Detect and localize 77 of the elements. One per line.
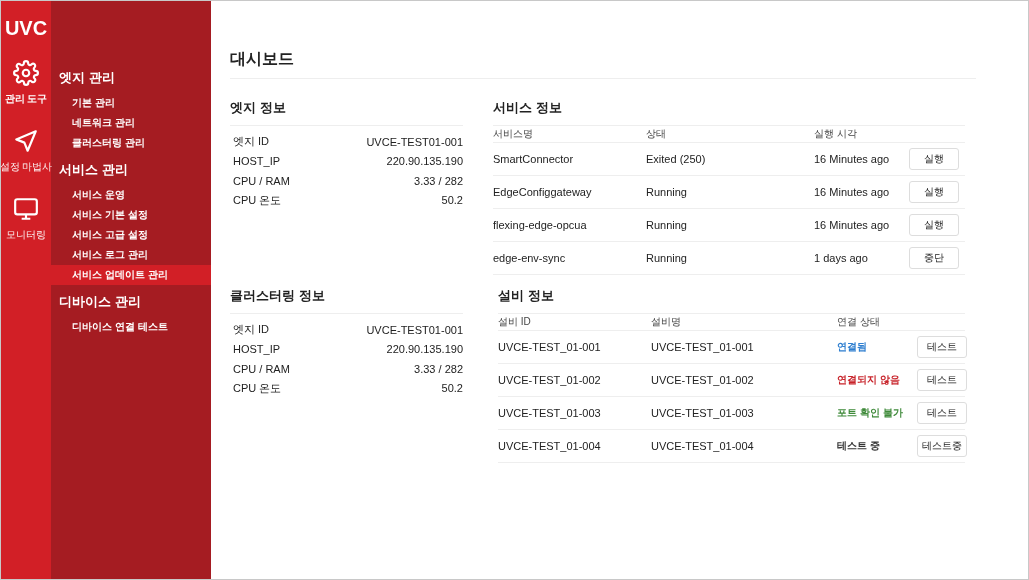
menu-item[interactable]: 기본 관리 (51, 93, 211, 113)
test-button[interactable]: 테스트 (917, 402, 967, 424)
section-title: 서비스 정보 (493, 93, 965, 126)
info-label: CPU 온도 (233, 380, 282, 396)
menu-item[interactable]: 서비스 업데이트 관리 (51, 265, 211, 285)
page-title: 대시보드 (230, 49, 976, 79)
info-value: 220.90.135.190 (386, 155, 463, 168)
table-cell-text: 16 Minutes ago (814, 219, 891, 231)
table-cell-text: UVCE-TEST_01-001 (651, 341, 755, 353)
table-cell-text: Exited (250) (646, 153, 707, 165)
action-button[interactable]: 중단 (909, 247, 959, 269)
menu-group-title: 엣지 관리 (58, 69, 116, 87)
table-cell-text: UVCE-TEST_01-002 (651, 374, 755, 386)
monitor-icon (13, 196, 39, 222)
menu-group-title: 서비스 관리 (58, 161, 129, 179)
table-cell-text: UVCE-TEST_01-003 (498, 407, 602, 419)
action-button[interactable]: 실행 (909, 148, 959, 170)
test-button[interactable]: 테스트 (917, 336, 967, 358)
action-button[interactable]: 실행 (909, 181, 959, 203)
menu-item[interactable]: 네트워크 관리 (51, 113, 211, 133)
info-label: CPU 온도 (233, 192, 282, 208)
menu-item[interactable]: 서비스 기본 설정 (51, 205, 211, 225)
table-cell-text: edge-env-sync (493, 252, 567, 264)
info-label: CPU / RAM (233, 362, 290, 375)
column-header: 설비명 (651, 314, 682, 329)
table-cell-text: Running (646, 219, 688, 231)
info-value: 50.2 (441, 382, 463, 395)
table-cell-text: Running (646, 186, 688, 198)
section-title: 클러스터링 정보 (230, 281, 463, 314)
action-button[interactable]: 실행 (909, 214, 959, 236)
info-label: HOST_IP (233, 343, 281, 356)
table-cell-text: UVCE-TEST_01-001 (498, 341, 602, 353)
menu-item[interactable]: 서비스 로그 관리 (51, 245, 211, 265)
rail-item[interactable]: 관리 도구 (1, 60, 51, 106)
info-label: CPU / RAM (233, 174, 290, 187)
table-cell-text: UVCE-TEST_01-002 (498, 374, 602, 386)
menu-item[interactable]: 서비스 고급 설정 (51, 225, 211, 245)
column-header: 연결 상태 (837, 314, 881, 329)
rail-item[interactable]: 모니터링 (1, 196, 51, 242)
table-cell-text: EdgeConfiggateway (493, 186, 593, 198)
column-header: 상태 (646, 126, 667, 141)
column-header: 설비 ID (498, 314, 532, 329)
info-value: 50.2 (441, 194, 463, 207)
info-value: 220.90.135.190 (386, 343, 463, 356)
section-title: 설비 정보 (498, 281, 965, 314)
table-cell-text: Running (646, 252, 688, 264)
table-cell-text: 16 Minutes ago (814, 153, 891, 165)
connection-status: 포트 확인 불가 (837, 406, 903, 420)
table-cell-text: UVCE-TEST_01-004 (498, 440, 602, 452)
table-cell-text: UVCE-TEST_01-004 (651, 440, 755, 452)
info-label: 엣지 ID (233, 134, 270, 150)
info-label: HOST_IP (233, 155, 281, 168)
test-button[interactable]: 테스트 (917, 369, 967, 391)
connection-status: 연결되지 않음 (837, 373, 900, 387)
menu-item[interactable]: 클러스터링 관리 (51, 133, 211, 153)
info-label: 엣지 ID (233, 322, 270, 338)
column-header: 서비스명 (493, 126, 534, 141)
send-icon (13, 128, 39, 154)
gear-icon (13, 60, 39, 86)
info-value: UVCE-TEST01-001 (366, 135, 463, 148)
info-value: 3.33 / 282 (414, 362, 463, 375)
info-value: 3.33 / 282 (414, 174, 463, 187)
connection-status: 테스트 중 (837, 439, 880, 453)
column-header: 실행 시각 (814, 126, 858, 141)
menu-group-title: 디바이스 관리 (58, 293, 142, 311)
connection-status: 연결됨 (837, 340, 867, 354)
section-title: 엣지 정보 (230, 93, 463, 126)
info-value: UVCE-TEST01-001 (366, 323, 463, 336)
test-button[interactable]: 테스트중 (917, 435, 967, 457)
table-cell-text: flexing-edge-opcua (493, 219, 588, 231)
menu-item[interactable]: 디바이스 연결 테스트 (51, 317, 211, 337)
table-cell-text: SmartConnector (493, 153, 575, 165)
menu-item[interactable]: 서비스 운영 (51, 185, 211, 205)
table-cell-text: 16 Minutes ago (814, 186, 891, 198)
table-cell-text: 1 days ago (814, 252, 869, 264)
table-cell-text: UVCE-TEST_01-003 (651, 407, 755, 419)
logo: UVC (4, 17, 48, 40)
